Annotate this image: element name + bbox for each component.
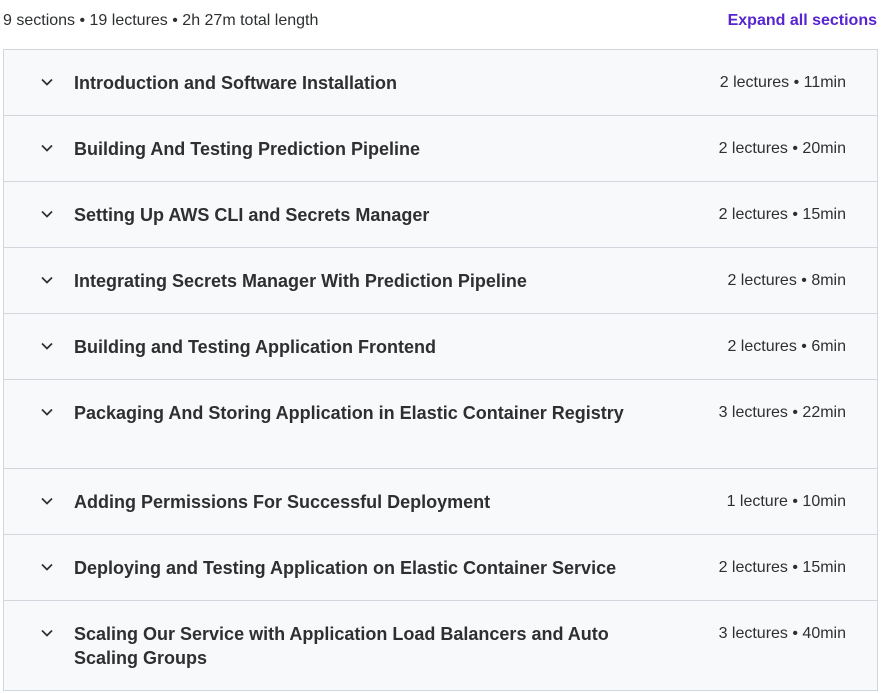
chevron-down-icon	[40, 626, 54, 640]
section-row[interactable]: Integrating Secrets Manager With Predict…	[4, 248, 877, 314]
curriculum-summary: 9 sections • 19 lectures • 2h 27m total …	[3, 12, 319, 29]
curriculum-header: 9 sections • 19 lectures • 2h 27m total …	[0, 0, 881, 46]
chevron-down-icon	[40, 560, 54, 574]
section-title: Building and Testing Application Fronten…	[74, 337, 436, 357]
section-row[interactable]: Scaling Our Service with Application Loa…	[4, 601, 877, 690]
section-meta: 2 lectures • 20min	[718, 140, 846, 157]
chevron-down-icon	[40, 405, 54, 419]
section-row[interactable]: Packaging And Storing Application in Ela…	[4, 380, 877, 469]
section-row[interactable]: Setting Up AWS CLI and Secrets Manager 2…	[4, 182, 877, 248]
chevron-down-icon	[40, 273, 54, 287]
chevron-down-icon	[40, 207, 54, 221]
section-row[interactable]: Introduction and Software Installation 2…	[4, 50, 877, 116]
section-row[interactable]: Building and Testing Application Fronten…	[4, 314, 877, 380]
section-meta: 1 lecture • 10min	[726, 493, 846, 510]
section-row[interactable]: Deploying and Testing Application on Ela…	[4, 535, 877, 601]
section-row[interactable]: Building And Testing Prediction Pipeline…	[4, 116, 877, 182]
section-title: Packaging And Storing Application in Ela…	[74, 403, 624, 423]
section-meta: 3 lectures • 40min	[718, 625, 846, 642]
chevron-down-icon	[40, 494, 54, 508]
sections-list: Introduction and Software Installation 2…	[3, 49, 878, 691]
section-title: Deploying and Testing Application on Ela…	[74, 558, 617, 578]
section-title: Integrating Secrets Manager With Predict…	[74, 271, 527, 291]
chevron-down-icon	[40, 339, 54, 353]
section-title: Introduction and Software Installation	[74, 73, 398, 93]
section-row[interactable]: Adding Permissions For Successful Deploy…	[4, 469, 877, 535]
section-title: Adding Permissions For Successful Deploy…	[74, 492, 491, 512]
section-meta: 2 lectures • 15min	[718, 206, 846, 223]
section-title: Building And Testing Prediction Pipeline	[74, 139, 421, 159]
section-title: Setting Up AWS CLI and Secrets Manager	[74, 205, 430, 225]
chevron-down-icon	[40, 141, 54, 155]
section-title: Scaling Our Service with Application Loa…	[74, 624, 609, 668]
section-meta: 3 lectures • 22min	[718, 404, 846, 421]
section-meta: 2 lectures • 15min	[718, 559, 846, 576]
chevron-down-icon	[40, 75, 54, 89]
section-meta: 2 lectures • 11min	[719, 74, 846, 91]
section-meta: 2 lectures • 6min	[727, 338, 846, 355]
section-meta: 2 lectures • 8min	[727, 272, 846, 289]
expand-all-sections-button[interactable]: Expand all sections	[728, 12, 877, 30]
